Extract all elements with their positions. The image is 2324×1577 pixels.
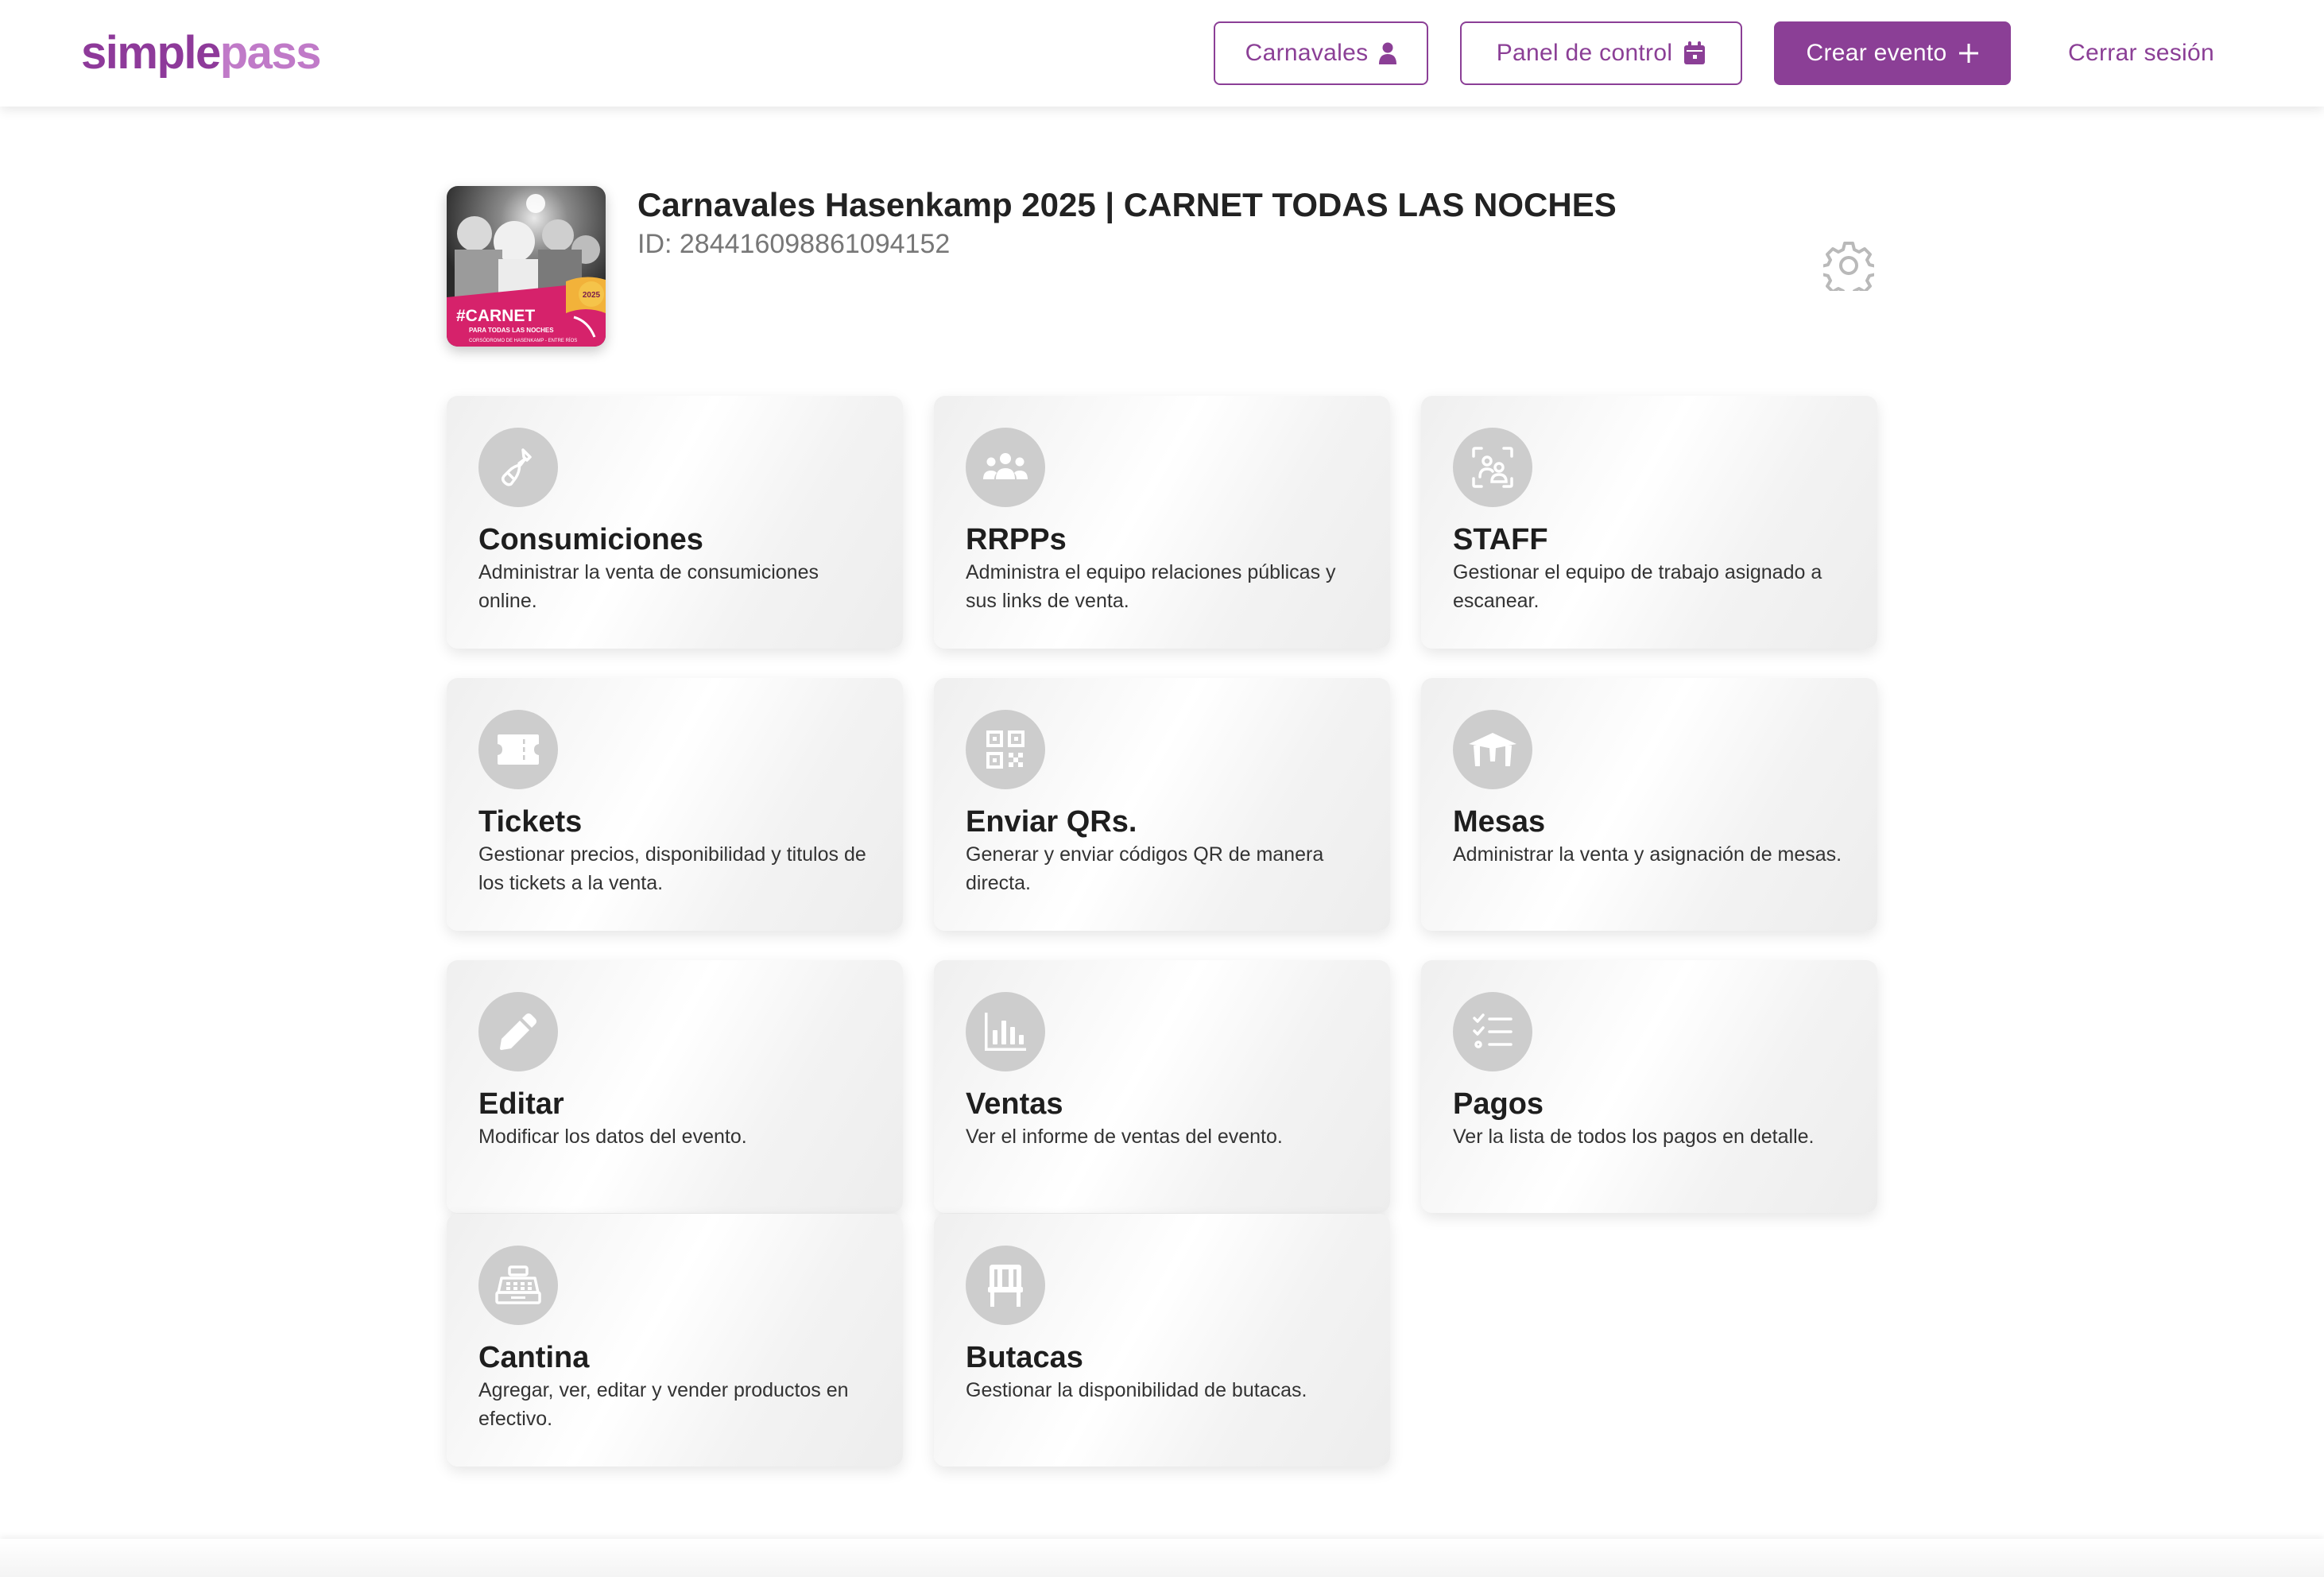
card-title: Tickets <box>478 805 583 839</box>
pencil-icon <box>478 992 558 1071</box>
card-title: Butacas <box>966 1341 1083 1374</box>
card-description: Modificar los datos del evento. <box>478 1126 747 1148</box>
card-title: Ventas <box>966 1087 1063 1121</box>
top-navbar: simplepass Carnavales Panel de control C… <box>0 0 2324 107</box>
carnavales-button[interactable]: Carnavales <box>1214 21 1428 85</box>
card-title: RRPPs <box>966 523 1067 556</box>
cash-register-icon <box>478 1246 558 1325</box>
calendar-icon <box>1683 41 1706 65</box>
carnavales-label: Carnavales <box>1245 40 1369 66</box>
staff-scan-icon <box>1453 428 1532 507</box>
card-pagos[interactable]: Pagos Ver la lista de todos los pagos en… <box>1421 960 1877 1213</box>
logo-part-simple: simple <box>81 27 221 79</box>
card-description: Administrar la venta y asignación de mes… <box>1453 843 1842 866</box>
card-title: Consumiciones <box>478 523 703 556</box>
card-description: Administrar la venta de consumiciones on… <box>478 561 819 612</box>
card-enviar-qrs[interactable]: Enviar QRs. Generar y enviar códigos QR … <box>934 678 1390 931</box>
simplepass-logo[interactable]: simplepass <box>81 24 322 83</box>
bottle-icon <box>478 428 558 507</box>
chair-icon <box>966 1246 1045 1325</box>
page-footer-edge <box>0 1539 2324 1577</box>
card-title: Cantina <box>478 1341 590 1374</box>
card-description: Ver el informe de ventas del evento. <box>966 1126 1283 1148</box>
card-description: Gestionar el equipo de trabajo asignado … <box>1453 561 1822 612</box>
card-title: Editar <box>478 1087 564 1121</box>
card-title: Enviar QRs. <box>966 805 1137 839</box>
event-title: Carnavales Hasenkamp 2025 | CARNET TODAS… <box>637 186 1617 223</box>
bar-chart-icon <box>966 992 1045 1071</box>
poster-headline: #CARNET <box>456 307 535 325</box>
panel-label: Panel de control <box>1496 40 1673 66</box>
panel-de-control-button[interactable]: Panel de control <box>1460 21 1742 85</box>
card-editar[interactable]: Editar Modificar los datos del evento. <box>447 960 903 1213</box>
card-description: Agregar, ver, editar y vender productos … <box>478 1379 849 1430</box>
card-description: Administra el equipo relaciones públicas… <box>966 561 1336 612</box>
checklist-icon <box>1453 992 1532 1071</box>
card-title: Mesas <box>1453 805 1546 839</box>
event-id: ID: 284416098861094152 <box>637 229 951 259</box>
poster-subline: PARA TODAS LAS NOCHES <box>469 327 554 334</box>
card-butacas[interactable]: Butacas Gestionar la disponibilidad de b… <box>934 1214 1390 1467</box>
card-rrpps[interactable]: RRPPs Administra el equipo relaciones pú… <box>934 396 1390 649</box>
qr-code-icon <box>966 710 1045 789</box>
people-group-icon <box>966 428 1045 507</box>
poster-footer: CORSÓDROMO DE HASENKAMP - ENTRE RÍOS <box>469 338 577 343</box>
card-title: Pagos <box>1453 1087 1544 1121</box>
card-consumiciones[interactable]: Consumiciones Administrar la venta de co… <box>447 396 903 649</box>
crear-evento-button[interactable]: Crear evento <box>1774 21 2011 85</box>
crear-label: Crear evento <box>1806 40 1947 66</box>
logo-part-pass: pass <box>219 27 322 79</box>
plus-icon <box>1958 43 1979 64</box>
card-title: STAFF <box>1453 523 1548 556</box>
card-description: Ver la lista de todos los pagos en detal… <box>1453 1126 1815 1148</box>
user-icon <box>1379 42 1397 64</box>
poster-badge: 2025 <box>583 291 601 300</box>
card-mesas[interactable]: Mesas Administrar la venta y asignación … <box>1421 678 1877 931</box>
card-cantina[interactable]: Cantina Agregar, ver, editar y vender pr… <box>447 1214 903 1467</box>
card-staff[interactable]: STAFF Gestionar el equipo de trabajo asi… <box>1421 396 1877 649</box>
ticket-icon <box>478 710 558 789</box>
card-description: Gestionar precios, disponibilidad y titu… <box>478 843 866 894</box>
card-tickets[interactable]: Tickets Gestionar precios, disponibilida… <box>447 678 903 931</box>
card-description: Generar y enviar códigos QR de manera di… <box>966 843 1324 894</box>
gear-icon[interactable] <box>1820 240 1877 299</box>
event-poster: 2025 #CARNET PARA TODAS LAS NOCHES CORSÓ… <box>447 186 606 347</box>
cerrar-sesion-link[interactable]: Cerrar sesión <box>2068 21 2214 85</box>
table-icon <box>1453 710 1532 789</box>
card-ventas[interactable]: Ventas Ver el informe de ventas del even… <box>934 960 1390 1213</box>
card-description: Gestionar la disponibilidad de butacas. <box>966 1379 1307 1401</box>
